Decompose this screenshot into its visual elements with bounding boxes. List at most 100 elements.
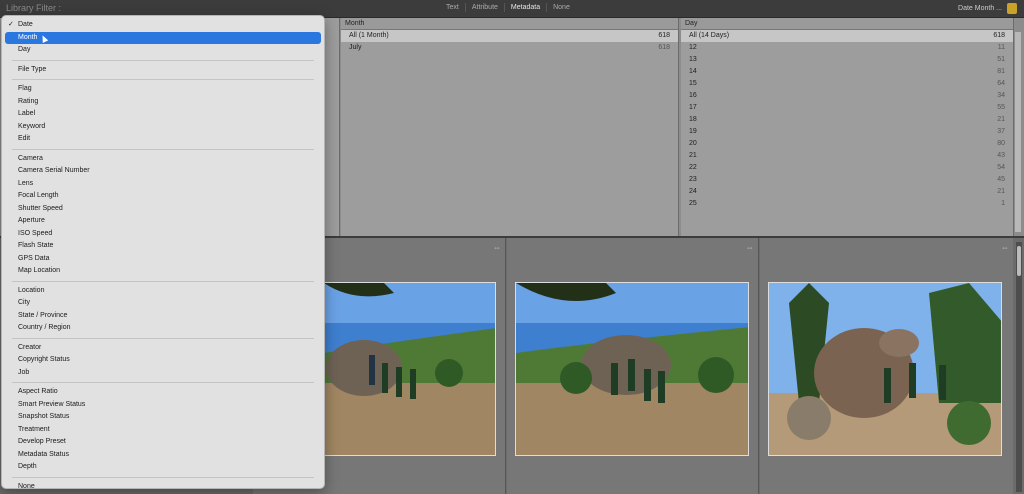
- menu-item-label: GPS Data: [18, 254, 50, 262]
- photo-thumbnail[interactable]: [515, 282, 749, 456]
- day-row[interactable]: 15 64: [681, 78, 1013, 90]
- menu-item-iso-speed[interactable]: ISO Speed: [5, 228, 321, 241]
- menu-item-city[interactable]: City: [5, 297, 321, 310]
- menu-item-file-type[interactable]: File Type: [5, 64, 321, 77]
- menu-item-flash-state[interactable]: Flash State: [5, 240, 321, 253]
- tab-attribute[interactable]: Attribute: [464, 3, 504, 12]
- date-column-edge: [325, 18, 340, 236]
- menu-item-map-location[interactable]: Map Location: [5, 265, 321, 278]
- menu-item-label: Job: [18, 368, 30, 376]
- day-row-count: 81: [997, 68, 1005, 75]
- grid-scrollbar-thumb[interactable]: [1017, 246, 1021, 276]
- menu-item-focal-length[interactable]: Focal Length: [5, 190, 321, 203]
- day-column-header[interactable]: Day: [681, 18, 1013, 30]
- day-row-label: 20: [689, 140, 697, 147]
- day-row[interactable]: All (14 Days) 618: [681, 30, 1013, 42]
- menu-item-metadata-status[interactable]: Metadata Status: [5, 449, 321, 462]
- day-row-label: 18: [689, 116, 697, 123]
- menu-item-flag[interactable]: Flag: [5, 83, 321, 96]
- menu-item-label: Location: [18, 286, 45, 294]
- day-row-label: 13: [689, 56, 697, 63]
- filter-preset-dropdown[interactable]: Date Month ...: [958, 5, 1002, 12]
- menu-item-gps-data[interactable]: GPS Data: [5, 253, 321, 266]
- day-row[interactable]: 20 80: [681, 138, 1013, 150]
- menu-item-develop-preset[interactable]: Develop Preset: [5, 436, 321, 449]
- menu-item-state-province[interactable]: State / Province: [5, 310, 321, 323]
- menu-item-label: Treatment: [18, 425, 50, 433]
- menu-item-none[interactable]: None: [5, 481, 321, 494]
- menu-item-snapshot-status[interactable]: Snapshot Status: [5, 411, 321, 424]
- menu-item-treatment[interactable]: Treatment: [5, 424, 321, 437]
- day-row[interactable]: 19 37: [681, 126, 1013, 138]
- menu-item-aperture[interactable]: Aperture: [5, 215, 321, 228]
- day-row[interactable]: 23 45: [681, 174, 1013, 186]
- menu-item-label: State / Province: [18, 311, 68, 319]
- month-column-header[interactable]: Month: [341, 18, 678, 30]
- menu-item-location[interactable]: Location: [5, 285, 321, 298]
- day-row[interactable]: 14 81: [681, 66, 1013, 78]
- menu-item-shutter-speed[interactable]: Shutter Speed: [5, 203, 321, 216]
- day-row[interactable]: 16 34: [681, 90, 1013, 102]
- day-row-label: 24: [689, 188, 697, 195]
- menu-item-job[interactable]: Job: [5, 367, 321, 380]
- menu-item-lens[interactable]: Lens: [5, 178, 321, 191]
- day-row[interactable]: 22 54: [681, 162, 1013, 174]
- tab-none[interactable]: None: [546, 3, 576, 12]
- menu-item-day[interactable]: Day: [5, 44, 321, 57]
- month-row[interactable]: July 618: [341, 42, 678, 54]
- menu-item-date[interactable]: ✓ Date: [5, 19, 321, 32]
- menu-item-depth[interactable]: Depth: [5, 461, 321, 474]
- menu-item-smart-preview-status[interactable]: Smart Preview Status: [5, 399, 321, 412]
- menu-item-label[interactable]: Label: [5, 108, 321, 121]
- day-row-count: 45: [997, 176, 1005, 183]
- day-row-label: 16: [689, 92, 697, 99]
- day-row[interactable]: 13 51: [681, 54, 1013, 66]
- photo-thumbnail[interactable]: [768, 282, 1002, 456]
- menu-item-rating[interactable]: Rating: [5, 96, 321, 109]
- menu-item-label: Copyright Status: [18, 356, 70, 363]
- menu-item-label: Keyword: [18, 122, 46, 130]
- menu-item-creator[interactable]: Creator: [5, 342, 321, 355]
- day-row[interactable]: 18 21: [681, 114, 1013, 126]
- tab-metadata[interactable]: Metadata: [503, 3, 546, 12]
- menu-item-label: Edit: [18, 135, 31, 142]
- menu-item-keyword[interactable]: Keyword: [5, 121, 321, 134]
- menu-separator: [12, 280, 314, 282]
- photo-thumbnail[interactable]: [323, 282, 496, 456]
- menu-item-edit[interactable]: Edit: [5, 133, 321, 146]
- menu-item-camera-serial-number[interactable]: Camera Serial Number: [5, 165, 321, 178]
- day-row-label: 15: [689, 80, 697, 87]
- menu-item-label: Aspect Ratio: [18, 388, 58, 395]
- day-row-count: 55: [997, 104, 1005, 111]
- day-column-scrollbar[interactable]: [1015, 32, 1021, 232]
- month-row[interactable]: All (1 Month) 618: [341, 30, 678, 42]
- grid-cell[interactable]: ⇔: [760, 238, 1013, 494]
- day-row[interactable]: 24 21: [681, 186, 1013, 198]
- menu-item-label: Shutter Speed: [18, 204, 63, 212]
- day-row[interactable]: 12 11: [681, 42, 1013, 54]
- menu-item-label: Camera Serial Number: [18, 167, 90, 174]
- day-row-label: 21: [689, 152, 697, 159]
- tab-text[interactable]: Text: [440, 3, 465, 12]
- grid-scrollbar[interactable]: [1016, 242, 1022, 492]
- day-row[interactable]: 25 1: [681, 198, 1013, 210]
- photo-boulder-group-3: [769, 283, 1001, 455]
- menu-item-label: Label: [18, 110, 36, 117]
- grid-cell[interactable]: ⇔: [507, 238, 759, 494]
- checkmark-icon: ✓: [8, 21, 14, 28]
- menu-item-camera[interactable]: Camera: [5, 153, 321, 166]
- day-row[interactable]: 17 55: [681, 102, 1013, 114]
- lock-icon[interactable]: [1007, 3, 1017, 14]
- menu-item-copyright-status[interactable]: Copyright Status: [5, 354, 321, 367]
- menu-item-label: Date: [18, 21, 33, 28]
- menu-item-country-region[interactable]: Country / Region: [5, 322, 321, 335]
- day-row[interactable]: 21 43: [681, 150, 1013, 162]
- menu-separator: [12, 79, 314, 80]
- menu-item-month[interactable]: Month: [5, 31, 321, 44]
- menu-separator: [12, 148, 314, 150]
- menu-separator: [12, 59, 314, 61]
- day-row-count: 80: [997, 140, 1005, 147]
- photo-boulder-group-2: [516, 283, 748, 455]
- menu-item-aspect-ratio[interactable]: Aspect Ratio: [5, 386, 321, 399]
- menu-item-label: Flash State: [18, 242, 54, 249]
